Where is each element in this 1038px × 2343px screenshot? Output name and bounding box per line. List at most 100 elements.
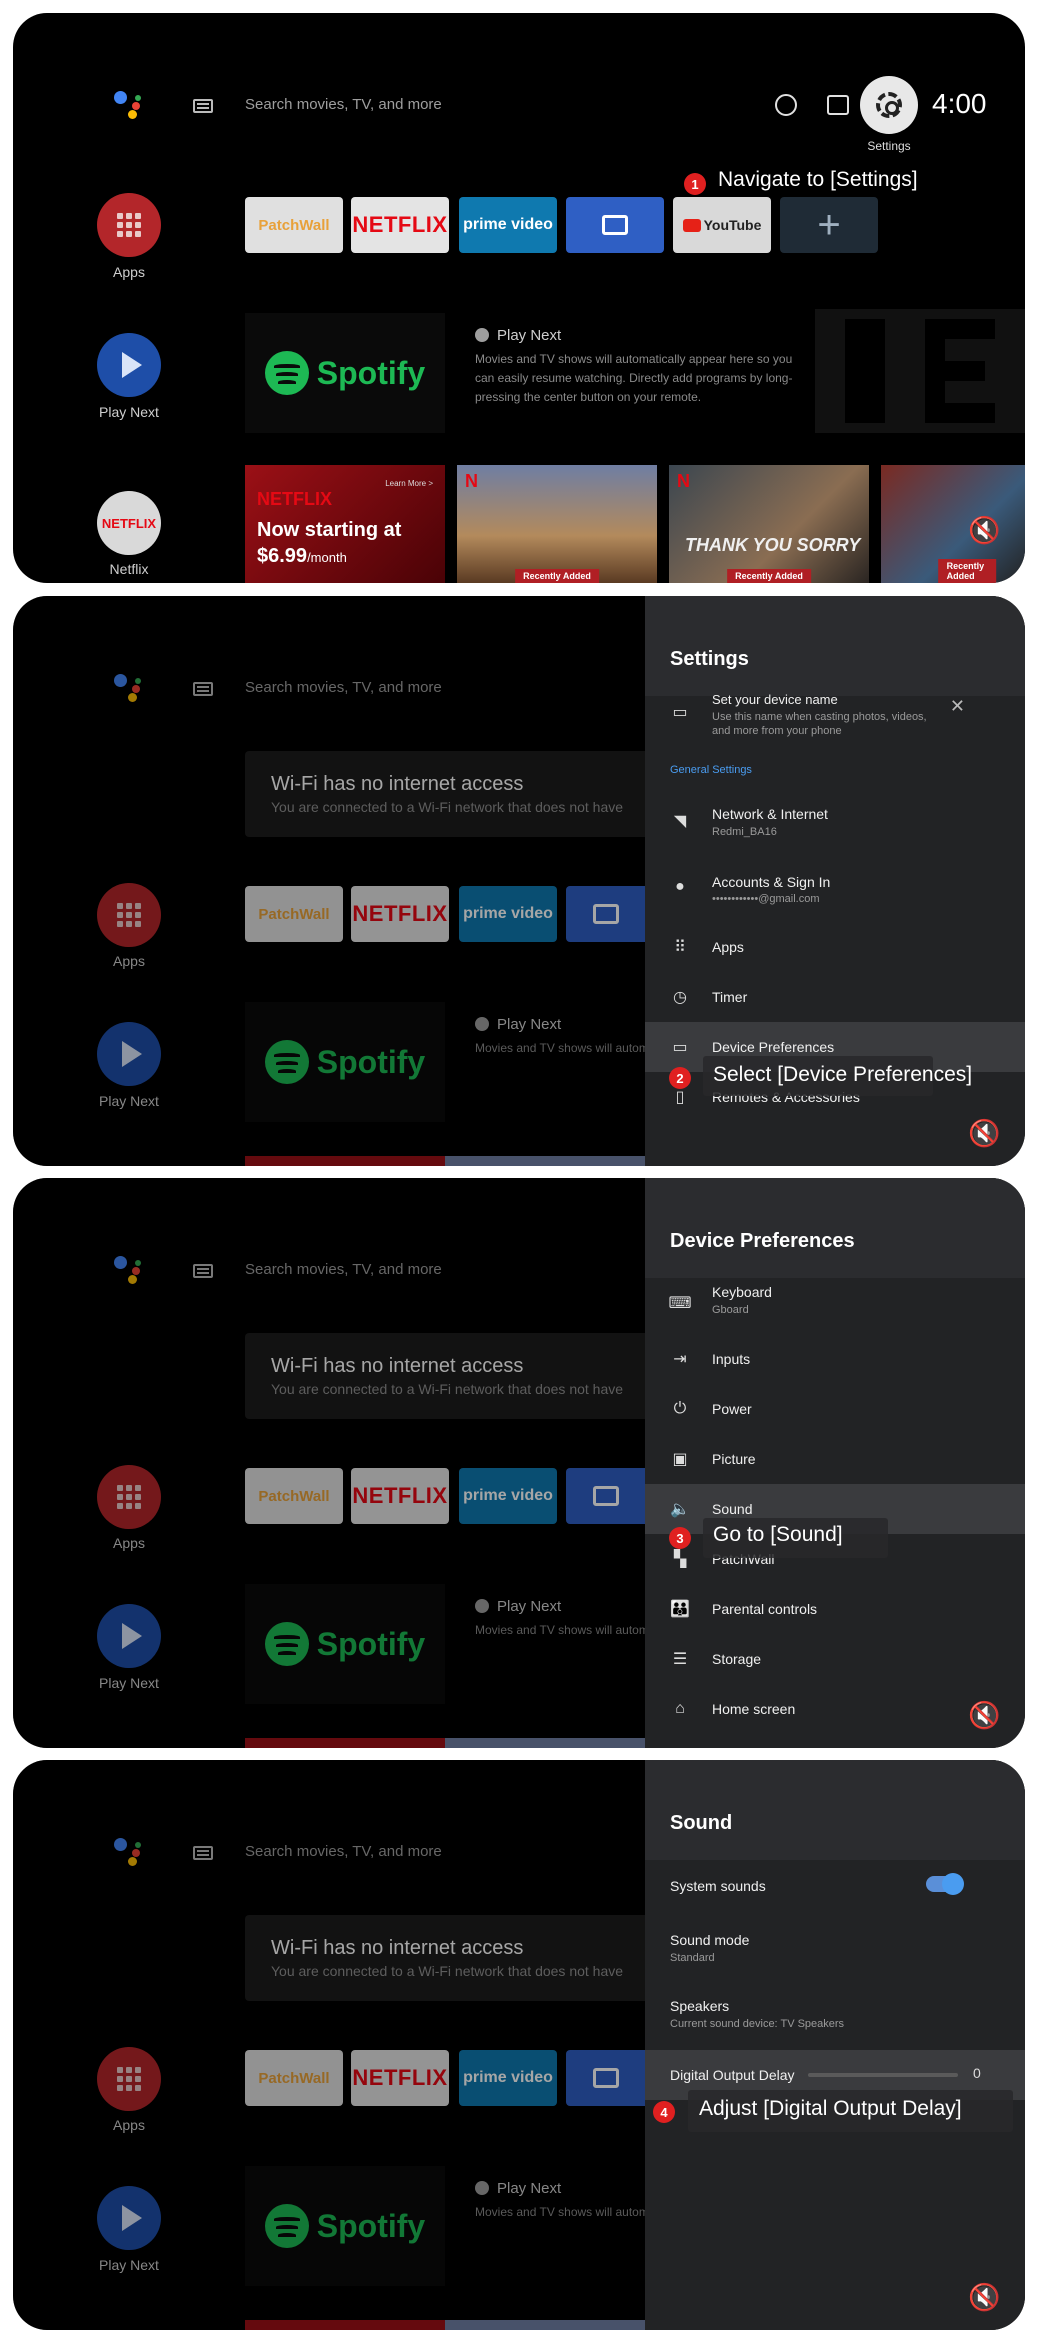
netflix-channel-icon[interactable]: NETFLIX: [97, 491, 161, 555]
step-instruction: Go to [Sound]: [713, 1523, 843, 1546]
storage-icon: ☰: [672, 1651, 688, 1668]
remote-icon: ▯: [675, 1089, 685, 1106]
info-icon[interactable]: [775, 94, 797, 116]
settings-item-network[interactable]: ◥ Network & Internet Redmi_BA16: [645, 796, 1025, 846]
youtube-label: YouTube: [703, 217, 762, 233]
timer-icon: ◷: [673, 989, 687, 1006]
close-icon[interactable]: ✕: [950, 696, 965, 717]
picture-icon: ▣: [672, 1451, 688, 1468]
netflix-n-icon: N: [465, 471, 478, 491]
step-instruction: Navigate to [Settings]: [718, 168, 918, 191]
pref-item-parental-controls[interactable]: 👪 Parental controls: [645, 1584, 1025, 1634]
apps-icon[interactable]: [97, 193, 161, 257]
pref-item-picture[interactable]: ▣ Picture: [645, 1434, 1025, 1484]
step-badge: 1: [684, 173, 706, 195]
settings-item-apps[interactable]: ⠿ Apps: [645, 922, 1025, 972]
netflix-promo-card[interactable]: Learn More > NETFLIX Now starting at $6.…: [245, 465, 445, 583]
digital-delay-value: 0: [973, 2065, 981, 2081]
tv-icon: [602, 215, 628, 235]
device-preferences-header: Device Preferences: [645, 1178, 1025, 1278]
promo-line: Now starting at: [257, 519, 402, 541]
gear-icon: [876, 92, 902, 118]
google-assistant-icon[interactable]: [111, 88, 145, 122]
cast-icon: ▭: [672, 704, 688, 721]
wifi-icon: ◥: [673, 813, 687, 830]
play-next-label: Play Next: [99, 404, 159, 420]
patchwall-icon: ▚: [673, 1551, 687, 1568]
pref-item-keyboard[interactable]: ⌨ Keyboard Gboard: [645, 1278, 1025, 1328]
step-instruction: Adjust [Digital Output Delay]: [699, 2097, 962, 2120]
patchwall-tile[interactable]: PatchWall: [245, 197, 343, 253]
plug-icon: ⏻: [673, 1400, 687, 1417]
pref-item-inputs[interactable]: ⇥ Inputs: [645, 1334, 1025, 1384]
step-badge: 2: [669, 1067, 691, 1089]
promo-price: $6.99/month: [257, 545, 347, 567]
pref-item-power[interactable]: ⏻ Power: [645, 1384, 1025, 1434]
add-app-tile[interactable]: +: [780, 197, 878, 253]
sound-item-system-sounds[interactable]: System sounds: [645, 1860, 1025, 1912]
keyboard-icon: ⌨: [668, 1295, 692, 1312]
recently-added-badge: Recently Added: [938, 559, 997, 583]
home-icon: ⌂: [675, 1700, 685, 1717]
screen-4-sound: Search movies, TV, and more Wi-Fi has no…: [13, 1760, 1025, 2330]
device-preferences-panel: Device Preferences ⌨ Keyboard Gboard ⇥ I…: [645, 1178, 1025, 1748]
monitor-icon: ▭: [672, 1039, 688, 1056]
netflix-brand: NETFLIX: [257, 489, 332, 509]
pref-item-storage[interactable]: ☰ Storage: [645, 1634, 1025, 1684]
recently-added-badge: Recently Added: [515, 569, 599, 583]
search-input[interactable]: Search movies, TV, and more: [245, 96, 442, 113]
keyboard-icon[interactable]: [193, 99, 213, 113]
settings-label: Settings: [867, 139, 911, 153]
mute-icon: 🔇: [968, 1118, 1001, 1148]
system-sounds-toggle[interactable]: [926, 1873, 964, 1895]
netflix-label: Netflix: [109, 561, 149, 577]
play-next-icon[interactable]: [97, 333, 161, 397]
dim-overlay: [13, 596, 645, 1166]
recently-added-badge: Recently Added: [727, 569, 811, 583]
content-card[interactable]: N THANK YOU SORRY Recently Added: [669, 465, 869, 583]
youtube-tile[interactable]: YouTube: [673, 197, 771, 253]
learn-more-link: Learn More >: [385, 479, 433, 488]
dim-overlay: [13, 1178, 645, 1748]
mute-icon: 🔇: [968, 1700, 1001, 1730]
digital-delay-slider[interactable]: [808, 2073, 958, 2077]
sound-item-speakers[interactable]: Speakers Current sound device: TV Speake…: [645, 1986, 1025, 2042]
step-badge: 3: [669, 1527, 691, 1549]
apps-grid-icon: ⠿: [674, 939, 686, 956]
netflix-n-icon: N: [677, 471, 690, 491]
prime-video-tile[interactable]: prime video: [459, 197, 557, 253]
panel-title: Sound: [670, 1812, 733, 1834]
clock: 4:00: [932, 88, 987, 119]
spotify-label: Spotify: [316, 354, 426, 391]
screen-2-settings: Search movies, TV, and more Wi-Fi has no…: [13, 596, 1025, 1166]
settings-button[interactable]: [860, 76, 918, 134]
spotify-tile[interactable]: Spotify: [245, 313, 445, 433]
mute-icon: 🔇: [968, 515, 1001, 545]
mute-icon: 🔇: [968, 2282, 1001, 2312]
sound-panel: Sound System sounds Sound mode Standard …: [645, 1760, 1025, 2330]
panel-title: Settings: [670, 648, 749, 670]
live-tv-tile[interactable]: [566, 197, 664, 253]
play-next-title: Play Next: [475, 327, 561, 344]
content-card[interactable]: N Recently Added: [457, 465, 657, 583]
sound-item-sound-mode[interactable]: Sound mode Standard: [645, 1920, 1025, 1976]
screen-1-home: Search movies, TV, and more 4:00 Setting…: [13, 13, 1025, 583]
device-name-item[interactable]: ▭ Set your device name Use this name whe…: [645, 690, 1025, 746]
step-instruction: Select [Device Preferences]: [713, 1063, 973, 1086]
speaker-icon: 🔈: [670, 1501, 690, 1518]
sound-header: Sound: [645, 1760, 1025, 1860]
input-source-icon[interactable]: [827, 95, 849, 115]
spotify-logo-icon: [264, 351, 309, 395]
play-next-description: Movies and TV shows will automatically a…: [475, 352, 793, 404]
settings-header: Settings: [645, 596, 1025, 696]
panel-title: Device Preferences: [670, 1230, 855, 1252]
account-icon: ●: [675, 878, 685, 895]
card-title: THANK YOU SORRY: [685, 535, 861, 555]
settings-item-accounts[interactable]: ● Accounts & Sign In ••••••••••••@gmail.…: [645, 862, 1025, 912]
input-icon: ⇥: [673, 1351, 687, 1368]
settings-item-timer[interactable]: ◷ Timer: [645, 972, 1025, 1022]
family-icon: 👪: [670, 1601, 690, 1618]
youtube-logo-icon: [682, 218, 701, 232]
content-card[interactable]: Recently Added: [881, 465, 1025, 583]
netflix-tile[interactable]: NETFLIX: [351, 197, 449, 253]
